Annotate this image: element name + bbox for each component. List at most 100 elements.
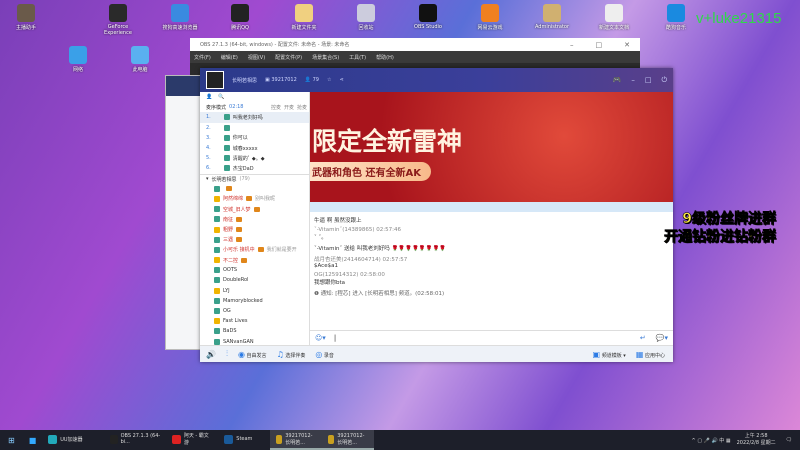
chat-input[interactable]: ☺▾ | ↵ 💬▾	[310, 330, 673, 345]
desktop-icon[interactable]: 新建文本文档	[592, 4, 636, 31]
user-icon[interactable]: 👤	[206, 94, 212, 100]
queue-item[interactable]: 3. 你可以	[200, 133, 309, 143]
channel-avatar[interactable]	[206, 71, 224, 89]
menu-item[interactable]: 工具(T)	[349, 54, 366, 61]
minimize-button[interactable]: –	[631, 76, 635, 85]
menu-item[interactable]: 配置文件(P)	[275, 54, 302, 61]
maximize-button[interactable]: □	[645, 76, 652, 85]
crown-icon	[257, 247, 264, 253]
taskbar-item[interactable]: 阿天 - 霸文游	[166, 430, 218, 450]
app-icon	[667, 4, 685, 22]
channel-template-button[interactable]: ▣ 频道模板 ▾	[593, 350, 626, 359]
member-item[interactable]: 不二控	[200, 255, 309, 265]
mixer-icon[interactable]: ⫶	[226, 349, 228, 359]
menu-item[interactable]: 帮助(H)	[376, 54, 394, 61]
taskbar-label: 39217012-长明若...	[285, 432, 313, 446]
taskbar-item[interactable]: 39217012-长明若...	[322, 430, 375, 450]
member-item[interactable]: 空城_旧人梦	[200, 204, 309, 214]
queue-number: 6.	[206, 165, 211, 172]
queue-item[interactable]: 6. 杰宝DaD	[200, 163, 309, 173]
group-header[interactable]: ▾ 长明若相思 (79)	[200, 173, 309, 184]
accompaniment-button[interactable]: ♫ 选择伴奏	[277, 350, 306, 359]
mode-selector[interactable]: 麦序模式	[206, 104, 226, 111]
desktop-icon[interactable]: OBS Studio	[406, 4, 450, 30]
taskbar-item[interactable]: 39217012-长明若...	[270, 430, 323, 450]
desktop-icon[interactable]: 主播助手	[4, 4, 48, 31]
queue-number: 2.	[206, 124, 211, 131]
queue-item[interactable]: 1. 叫我老刘好吗	[200, 112, 309, 123]
desktop-icon[interactable]: Administrator	[530, 4, 574, 30]
member-item[interactable]: 阿然绵绵 别叫我昵	[200, 194, 309, 204]
power-icon[interactable]: ⏻	[661, 76, 667, 85]
member-name: SANvanGAN	[223, 338, 254, 345]
favorite-icon[interactable]: ☆	[327, 77, 331, 83]
free-speech-button[interactable]: ◉ 自由发言	[238, 350, 267, 359]
notification-icon[interactable]: 🗨	[786, 437, 800, 443]
desktop-icon-label: 新建文本文档	[598, 25, 629, 31]
queue-item[interactable]: 2.	[200, 123, 309, 133]
member-name: OG	[223, 308, 231, 315]
emoji-icon[interactable]: ☺▾	[315, 334, 326, 342]
member-item[interactable]: OOTS	[200, 265, 309, 275]
mode-action[interactable]: 抢麦	[297, 104, 307, 111]
member-item[interactable]: 小可乐 接机中 我们就是要开	[200, 245, 309, 255]
menu-item[interactable]: 视图(V)	[248, 54, 265, 61]
member-item[interactable]: 粗野	[200, 224, 309, 234]
minimize-button[interactable]: –	[570, 41, 574, 49]
desktop-icon[interactable]: 腾讯QQ	[218, 4, 262, 31]
desktop-icon[interactable]: GeForce Experience	[96, 4, 140, 36]
send-icon[interactable]: ↵	[640, 334, 646, 342]
app-center-button[interactable]: ▦ 应用中心	[636, 350, 673, 359]
mode-action[interactable]: 开麦	[284, 104, 294, 111]
task-view-icon[interactable]: ■	[23, 436, 43, 445]
taskbar-item[interactable]: UU加速器	[42, 430, 104, 450]
gamepad-icon[interactable]: 🎮	[613, 76, 622, 85]
member-item[interactable]: OG	[200, 306, 309, 316]
member-item[interactable]: Mamoryblocked	[200, 296, 309, 306]
app-icon	[328, 434, 335, 444]
desktop-icon[interactable]: 回收站	[344, 4, 388, 31]
share-icon[interactable]: ⋖	[339, 77, 343, 83]
taskbar-item[interactable]: OBS 27.1.3 (64-bi...	[104, 430, 166, 450]
online-value: 79	[312, 77, 319, 83]
mode-action[interactable]: 控麦	[271, 104, 281, 111]
menu-item[interactable]: 编辑(E)	[221, 54, 238, 61]
menu-item[interactable]: 场景集合(S)	[312, 54, 339, 61]
desktop-icon[interactable]: 网络	[56, 46, 100, 73]
speaker-icon[interactable]: 🔊	[206, 350, 216, 359]
member-item[interactable]: LYJ	[200, 286, 309, 296]
queue-item[interactable]: 5. 清醒的ﾟ ◆。◆	[200, 153, 309, 163]
member-name: 三遇	[223, 237, 234, 244]
promo-banner[interactable]: 限定全新雷神 武器和角色 还有全新AK	[310, 92, 673, 202]
record-button[interactable]: ◎ 录音	[315, 350, 334, 359]
background-yy-window	[165, 75, 203, 350]
channel-sidebar: 👤 🔍 麦序模式 02:18 控麦 开麦 抢麦 1. 叫我老刘好吗 2. 3. 你可以 4. 城春…	[200, 92, 310, 345]
member-item[interactable]: BaDS	[200, 326, 309, 336]
obs-titlebar: OBS 27.1.3 (64-bit, windows) - 配置文件: 未命名…	[190, 38, 640, 51]
taskbar-label: UU加速器	[60, 436, 83, 443]
queue-item[interactable]: 4. 城春xxxxx	[200, 143, 309, 153]
close-button[interactable]: ✕	[624, 41, 630, 49]
chat-message: OG(125914312) 02:58:00 我想跟你bta	[314, 272, 669, 286]
bubble-icon[interactable]: 💬▾	[656, 334, 668, 342]
desktop-icon[interactable]: 网易云游戏	[468, 4, 512, 31]
search-icon[interactable]: 🔍	[218, 94, 224, 100]
desktop-icon[interactable]: 此电脑	[118, 46, 162, 73]
member-item[interactable]: SANvanGAN	[200, 337, 309, 346]
member-item[interactable]: DoubleRol	[200, 275, 309, 285]
member-item[interactable]: 三遇	[200, 235, 309, 245]
member-item[interactable]: 南征	[200, 214, 309, 224]
menu-item[interactable]: 文件(F)	[194, 54, 211, 61]
taskbar-item[interactable]: Steam	[218, 430, 270, 450]
desktop-icon[interactable]: 新建文件夹	[282, 4, 326, 31]
desktop-icon[interactable]: 酷狗音乐	[654, 4, 698, 31]
member-item[interactable]	[200, 184, 309, 194]
channel-template-label: 频道模板	[601, 352, 622, 359]
start-button[interactable]: ⊞	[0, 436, 23, 445]
member-item[interactable]: Fast Lives	[200, 316, 309, 326]
obs-menubar: 文件(F) 编辑(E) 视图(V) 配置文件(P) 场景集合(S) 工具(T) 帮助(H)	[190, 51, 640, 63]
tray-icons[interactable]: ^ ▢ 🎤 🔊 中 ▦	[692, 437, 737, 444]
clock[interactable]: 上午 2:58 2022/2/8 星期二	[737, 433, 786, 447]
desktop-icon[interactable]: 搜狗高速浏览器	[158, 4, 202, 31]
maximize-button[interactable]: □	[596, 41, 603, 49]
